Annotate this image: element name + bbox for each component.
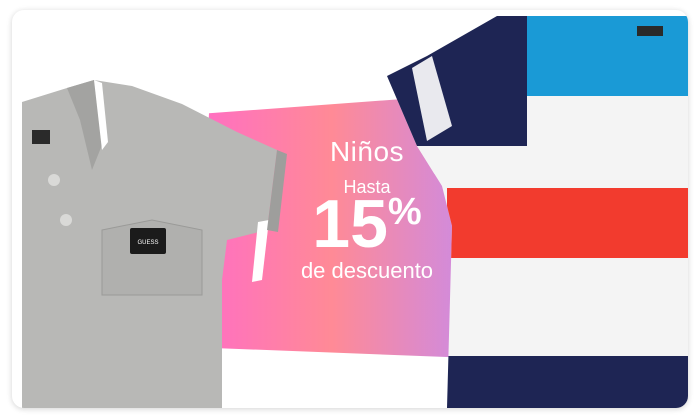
percent-sign: % [387,191,422,233]
promo-text: Niños Hasta 15% de descuento [267,136,467,284]
svg-text:GUESS: GUESS [137,240,158,246]
discount-value: 15% [267,190,467,258]
promo-banner[interactable]: GUESS Niños Hasta 15% de descuento [12,10,688,408]
discount-suffix: de descuento [300,258,434,283]
category-title: Niños [329,136,405,167]
polo-shirt-image: GUESS [22,80,287,408]
discount-number: 15 [312,186,388,262]
